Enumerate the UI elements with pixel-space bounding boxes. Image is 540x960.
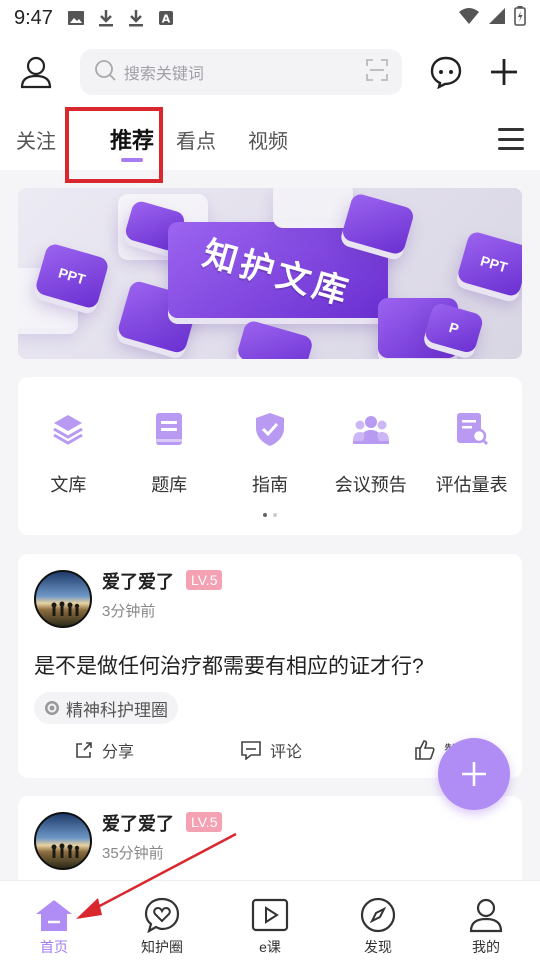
- nav-label: 首页: [40, 939, 68, 955]
- status-bar: 9:47 A: [0, 0, 540, 36]
- thumbs-up-icon: [415, 740, 435, 760]
- quick-nav-label: 文库: [50, 475, 87, 495]
- play-icon: [250, 895, 290, 935]
- menu-icon[interactable]: [498, 128, 524, 150]
- tab-follow[interactable]: 关注: [16, 108, 56, 170]
- svg-text:A: A: [162, 13, 171, 26]
- plus-icon[interactable]: [484, 52, 524, 92]
- shield-check-icon: [250, 409, 290, 449]
- search-icon: [94, 59, 116, 86]
- quick-nav-library[interactable]: 文库: [18, 409, 118, 497]
- quick-nav-label: 指南: [251, 475, 288, 495]
- quick-nav-card: 文库 题库 指南 会议预告 评估量表: [18, 377, 522, 535]
- level-badge: LV.5: [186, 570, 223, 590]
- promo-banner[interactable]: PPT 知护文库 P PPT: [18, 188, 522, 359]
- bottom-nav: 首页 知护圈 e课 发现 我的: [0, 880, 540, 960]
- image-icon: [67, 9, 85, 27]
- nav-label: 我的: [472, 939, 500, 955]
- target-icon: [44, 700, 60, 716]
- book-icon: [149, 409, 189, 449]
- create-post-button[interactable]: [438, 738, 510, 810]
- feed-post[interactable]: 爱了爱了 LV.5 3分钟前 是不是做任何治疗都需要有相应的证才行? 精神科护理…: [18, 554, 522, 778]
- post-author[interactable]: 爱了爱了: [102, 568, 174, 594]
- app-a-icon: A: [157, 9, 175, 27]
- download-icon: [127, 9, 145, 27]
- search-input[interactable]: 搜索关键词: [79, 49, 403, 95]
- avatar[interactable]: [34, 570, 92, 628]
- wifi-icon: [458, 7, 480, 30]
- compass-icon: [358, 895, 398, 935]
- post-content[interactable]: 是不是做任何治疗都需要有相应的证才行?: [34, 650, 424, 680]
- banner-title: 知护文库: [198, 234, 356, 313]
- document-search-icon: [452, 409, 492, 449]
- quick-nav-label: 会议预告: [334, 475, 407, 495]
- scan-icon[interactable]: [366, 58, 389, 86]
- share-label: 分享: [102, 744, 135, 761]
- nav-item-home[interactable]: 首页: [14, 895, 94, 957]
- nav-item-circle[interactable]: 知护圈: [122, 895, 202, 957]
- battery-charging-icon: [514, 5, 526, 31]
- chat-icon[interactable]: [426, 52, 466, 92]
- nav-label: 发现: [364, 939, 392, 955]
- carousel-dots: [263, 513, 277, 517]
- banner-ppt-key-2: PPT: [456, 230, 522, 298]
- quick-nav-question-bank[interactable]: 题库: [119, 409, 219, 497]
- nav-item-ecourse[interactable]: e课: [230, 895, 310, 957]
- search-placeholder: 搜索关键词: [123, 66, 204, 83]
- tab-video[interactable]: 视频: [248, 108, 288, 170]
- post-time: 3分钟前: [102, 603, 156, 620]
- share-button[interactable]: 分享: [74, 738, 134, 762]
- download-icon: [97, 9, 115, 27]
- comment-icon: [241, 741, 261, 760]
- nav-item-mine[interactable]: 我的: [446, 895, 526, 957]
- post-time: 35分钟前: [102, 845, 164, 862]
- post-topic-tag[interactable]: 精神科护理圈: [34, 692, 178, 724]
- quick-nav-meetings[interactable]: 会议预告: [321, 409, 421, 497]
- nav-label: e课: [259, 939, 281, 955]
- group-icon: [351, 409, 391, 449]
- top-header: 搜索关键词: [0, 36, 540, 108]
- avatar[interactable]: [34, 812, 92, 870]
- user-icon[interactable]: [16, 52, 56, 92]
- heart-chat-icon: [142, 895, 182, 935]
- annotation-highlight-box: [65, 107, 163, 183]
- plus-icon: [462, 762, 486, 786]
- profile-icon: [466, 895, 506, 935]
- nav-item-discover[interactable]: 发现: [338, 895, 418, 957]
- quick-nav-label: 题库: [151, 475, 188, 495]
- layers-icon: [48, 409, 88, 449]
- level-badge: LV.5: [186, 812, 223, 832]
- signal-icon: [488, 7, 506, 30]
- quick-nav-label: 评估量表: [435, 475, 508, 495]
- comment-label: 评论: [270, 744, 303, 761]
- share-icon: [76, 742, 92, 758]
- tag-label: 精神科护理圈: [66, 700, 168, 720]
- tab-highlights[interactable]: 看点: [176, 108, 216, 170]
- status-time: 9:47: [14, 6, 53, 29]
- home-icon: [34, 895, 74, 935]
- post-author[interactable]: 爱了爱了: [102, 810, 174, 836]
- quick-nav-guide[interactable]: 指南: [220, 409, 320, 497]
- nav-label: 知护圈: [141, 939, 183, 955]
- comment-button[interactable]: 评论: [240, 738, 302, 762]
- quick-nav-assessment[interactable]: 评估量表: [422, 409, 522, 497]
